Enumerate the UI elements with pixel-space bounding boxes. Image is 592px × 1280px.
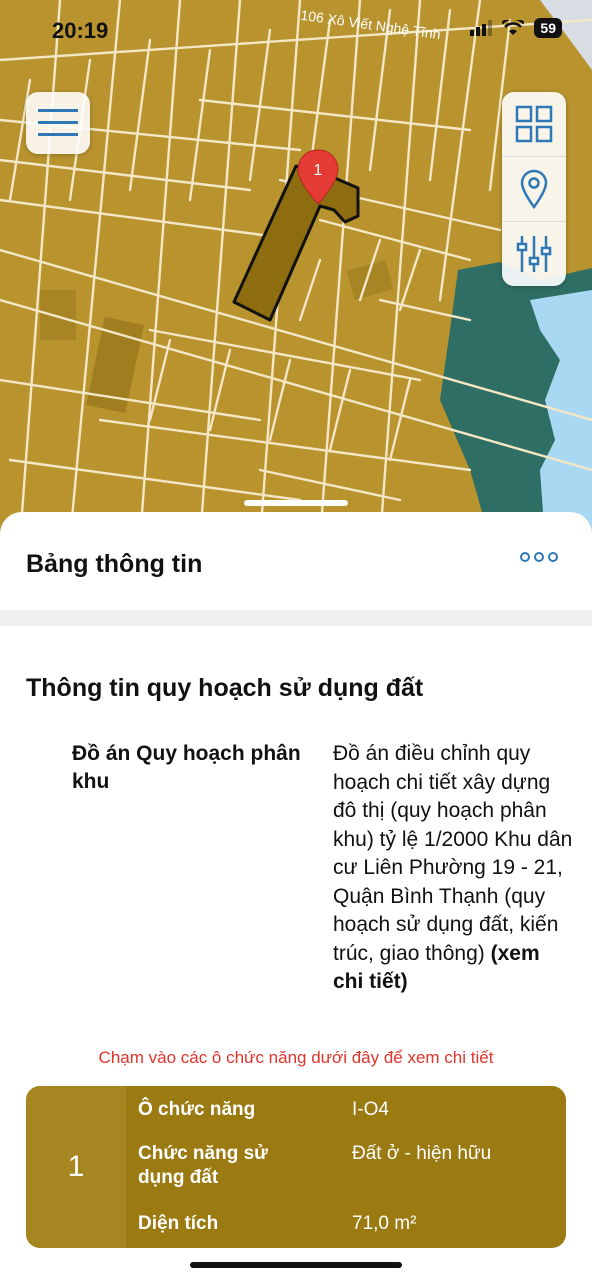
more-dot — [534, 552, 544, 562]
sliders-icon — [516, 236, 552, 272]
layers-button[interactable] — [502, 92, 566, 157]
card-value-land-use: Đất ở - hiện hữu — [352, 1143, 492, 1164]
plan-label: Đồ án Quy hoạch phân khu — [72, 742, 301, 793]
filter-button[interactable] — [502, 222, 566, 286]
section-title: Thông tin quy hoạch sử dụng đất — [26, 674, 424, 702]
hamburger-icon — [38, 109, 78, 136]
more-dots-icon — [520, 552, 530, 562]
home-indicator — [190, 1262, 402, 1268]
function-card[interactable]: 1 Ô chức năng I-O4 Chức năng sử dụng đất… — [26, 1086, 566, 1248]
more-dot — [548, 552, 558, 562]
location-button[interactable] — [502, 157, 566, 222]
plan-value: Đồ án điều chỉnh quy hoạch chi tiết xây … — [333, 740, 573, 997]
map-tools — [502, 92, 566, 286]
hint-text: Chạm vào các ô chức năng dưới đây để xem… — [98, 1048, 494, 1067]
card-value-area: 71,0 m² — [352, 1213, 417, 1234]
plan-description: Đồ án điều chỉnh quy hoạch chi tiết xây … — [333, 742, 573, 965]
card-value-function-cell: I-O4 — [352, 1099, 389, 1120]
menu-button[interactable] — [26, 92, 90, 154]
card-label-land-use: Chức năng sử dụng đất — [138, 1143, 268, 1188]
card-label-function-cell: Ô chức năng — [138, 1099, 256, 1120]
panel-header: Bảng thông tin — [0, 512, 592, 610]
pin-number: 1 — [314, 162, 323, 179]
status-bar: 20:19 59 — [0, 0, 592, 64]
sheet-drag-handle[interactable] — [244, 500, 348, 506]
wifi-icon — [502, 20, 525, 35]
signal-icon — [470, 20, 493, 36]
battery-icon: 59 — [534, 18, 562, 38]
location-pin-icon — [520, 169, 548, 209]
status-time: 20:19 — [52, 18, 109, 43]
status-icons: 59 — [470, 18, 562, 38]
panel-title: Bảng thông tin — [26, 550, 203, 578]
card-index: 1 — [26, 1086, 126, 1248]
info-panel: Bảng thông tin Thông tin quy hoạch sử dụ… — [0, 512, 592, 1280]
grid-icon — [515, 105, 553, 143]
more-button[interactable] — [520, 552, 558, 562]
section-divider — [0, 610, 592, 626]
card-label-area: Diện tích — [138, 1213, 219, 1234]
